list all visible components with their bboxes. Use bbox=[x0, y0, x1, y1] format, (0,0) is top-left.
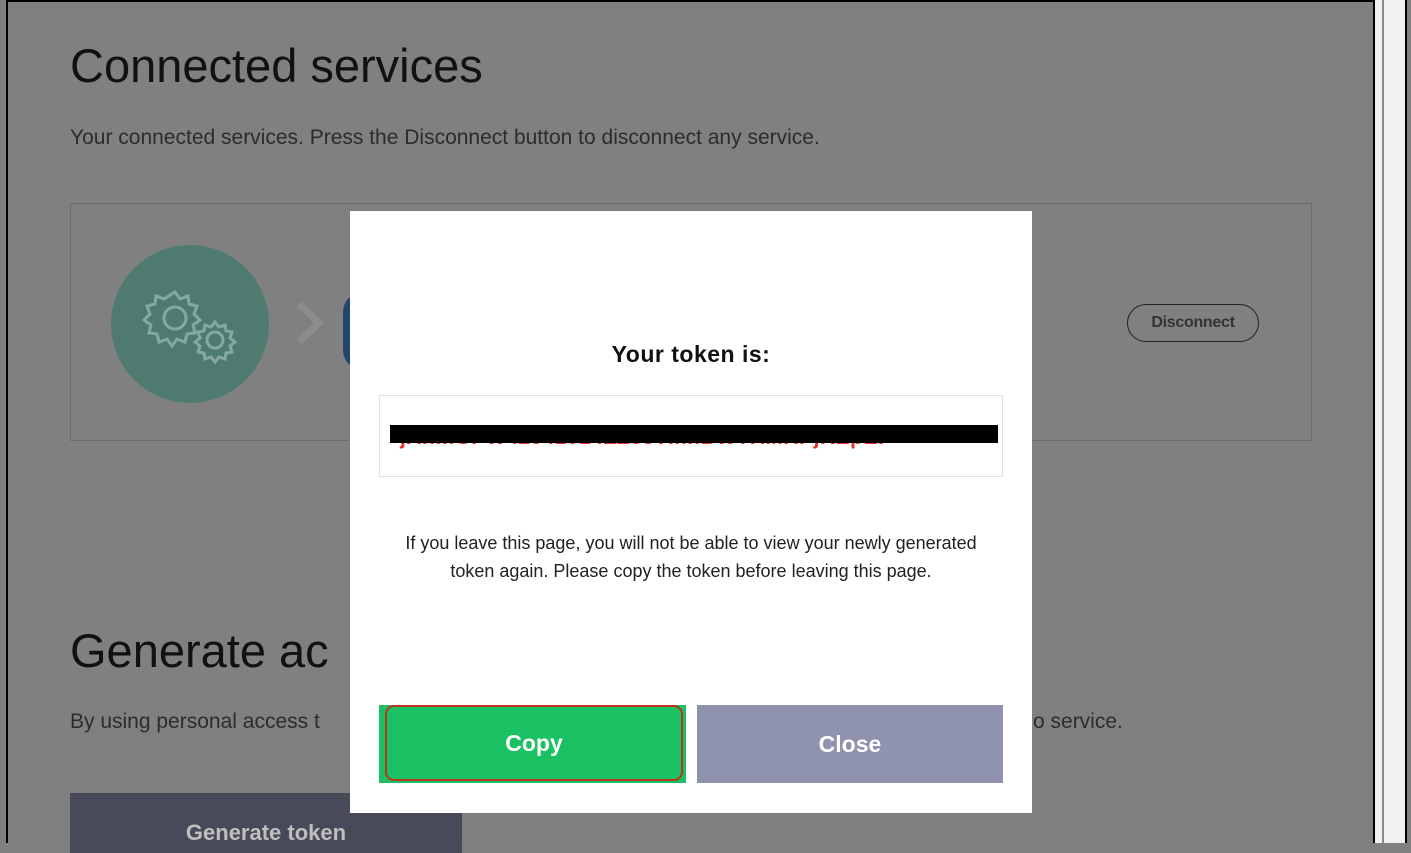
connected-services-description: Your connected services. Press the Disco… bbox=[70, 126, 820, 149]
generate-token-description: By using personal access t bbox=[70, 710, 320, 733]
copy-button[interactable]: Copy bbox=[385, 705, 683, 781]
token-field[interactable]: jAhmGPW42942024ZZ35TmnBWTRMRPjREpEP bbox=[379, 395, 1003, 477]
generate-token-title: Generate ac bbox=[70, 624, 329, 677]
window-border bbox=[1405, 0, 1407, 843]
gears-icon bbox=[111, 245, 269, 403]
disconnect-button[interactable]: Disconnect bbox=[1127, 304, 1259, 342]
token-modal: Your token is: jAhmGPW42942024ZZ35TmnBWT… bbox=[350, 211, 1032, 813]
scrollbar[interactable] bbox=[1373, 0, 1405, 843]
modal-title: Your token is: bbox=[611, 341, 771, 367]
connected-services-title: Connected services bbox=[70, 39, 483, 92]
close-button[interactable]: Close bbox=[697, 705, 1003, 783]
chevron-right-icon bbox=[296, 301, 325, 345]
modal-warning: If you leave this page, you will not be … bbox=[405, 533, 977, 581]
redaction-bar bbox=[390, 425, 998, 443]
generate-token-description-tail: o service. bbox=[1033, 710, 1123, 733]
